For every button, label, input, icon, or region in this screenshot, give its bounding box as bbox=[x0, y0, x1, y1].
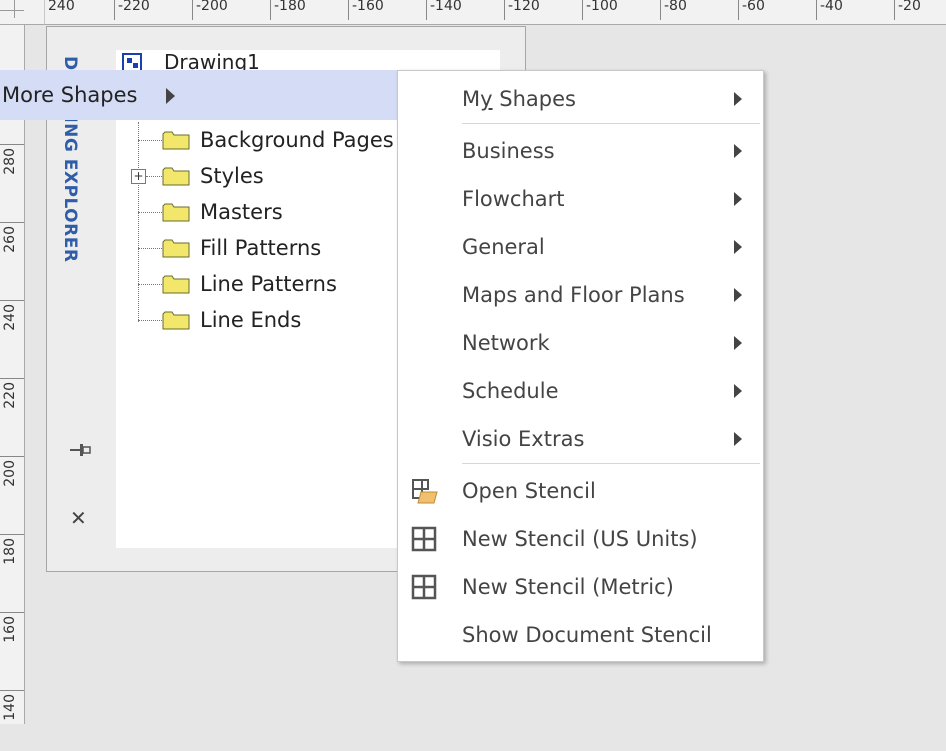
ruler-left-label: 220 bbox=[0, 378, 24, 439]
ruler-top-label: -140 bbox=[426, 0, 462, 20]
submenu-arrow-icon bbox=[734, 192, 742, 206]
tree-item-fill-patterns[interactable]: Fill Patterns bbox=[162, 232, 321, 264]
folder-icon bbox=[162, 203, 190, 222]
ruler-top-label: -120 bbox=[504, 0, 540, 20]
pin-icon[interactable] bbox=[68, 440, 92, 460]
ruler-corner bbox=[0, 0, 45, 25]
ruler-top-label: -180 bbox=[270, 0, 306, 20]
menu-item-label: My Shapes bbox=[462, 87, 576, 111]
menu-separator bbox=[462, 123, 760, 124]
submenu-arrow-icon bbox=[734, 240, 742, 254]
menu-item-new-stencil-metric[interactable]: New Stencil (Metric) bbox=[398, 563, 763, 609]
submenu-arrow-icon bbox=[734, 288, 742, 302]
tree-item-styles[interactable]: Styles bbox=[162, 160, 264, 192]
ruler-left-label: 280 bbox=[0, 144, 24, 205]
submenu-arrow-icon bbox=[734, 384, 742, 398]
menu-item-general[interactable]: General bbox=[398, 223, 763, 269]
folder-icon bbox=[162, 275, 190, 294]
menu-item-visio-extras[interactable]: Visio Extras bbox=[398, 415, 763, 461]
new-stencil-icon bbox=[411, 574, 437, 600]
ruler-top-label: -60 bbox=[738, 0, 765, 20]
ruler-top-label: -20 bbox=[894, 0, 921, 20]
ruler-left-label: 240 bbox=[0, 300, 24, 361]
folder-icon bbox=[162, 167, 190, 186]
more-shapes-menu-item[interactable]: More Shapes bbox=[0, 70, 398, 120]
folder-icon bbox=[162, 311, 190, 330]
more-shapes-submenu: My Shapes Business Flowchart General Map… bbox=[397, 70, 764, 662]
tree-item-masters[interactable]: Masters bbox=[162, 196, 283, 228]
menu-item-open-stencil[interactable]: Open Stencil bbox=[398, 467, 763, 513]
ruler-top-label: -200 bbox=[192, 0, 228, 20]
ruler-left-label: 260 bbox=[0, 222, 24, 283]
tree-item-line-ends[interactable]: Line Ends bbox=[162, 304, 301, 336]
folder-icon bbox=[162, 131, 190, 150]
horizontal-ruler[interactable]: 240 -220 -200 -180 -160 -140 -120 -100 -… bbox=[0, 0, 946, 25]
open-stencil-icon bbox=[412, 479, 438, 504]
menu-item-show-document-stencil[interactable]: Show Document Stencil bbox=[398, 611, 763, 657]
menu-item-network[interactable]: Network bbox=[398, 319, 763, 365]
ruler-top-label: 240 bbox=[44, 0, 75, 20]
ruler-top-label: -40 bbox=[816, 0, 843, 20]
menu-item-schedule[interactable]: Schedule bbox=[398, 367, 763, 413]
new-stencil-icon bbox=[411, 526, 437, 552]
menu-item-my-shapes[interactable]: My Shapes bbox=[398, 75, 763, 121]
ruler-top-label: -80 bbox=[660, 0, 687, 20]
ruler-left-label: 160 bbox=[0, 612, 24, 673]
menu-item-maps-floor-plans[interactable]: Maps and Floor Plans bbox=[398, 271, 763, 317]
menu-item-flowchart[interactable]: Flowchart bbox=[398, 175, 763, 221]
ruler-top-label: -220 bbox=[114, 0, 150, 20]
close-icon[interactable]: ✕ bbox=[70, 506, 87, 530]
menu-item-new-stencil-us[interactable]: New Stencil (US Units) bbox=[398, 515, 763, 561]
submenu-arrow-icon bbox=[734, 144, 742, 158]
ruler-left-label: 180 bbox=[0, 534, 24, 595]
tree-item-background-pages[interactable]: Background Pages bbox=[162, 124, 394, 156]
submenu-arrow-icon bbox=[166, 88, 175, 104]
menu-item-business[interactable]: Business bbox=[398, 127, 763, 173]
expand-styles-toggle[interactable]: + bbox=[131, 169, 146, 184]
ruler-left-label: 140 bbox=[0, 690, 24, 751]
submenu-arrow-icon bbox=[734, 432, 742, 446]
ruler-top-label: -100 bbox=[582, 0, 618, 20]
more-shapes-label: More Shapes bbox=[2, 83, 138, 107]
ruler-left-label: 200 bbox=[0, 456, 24, 517]
ruler-top-label: -160 bbox=[348, 0, 384, 20]
submenu-arrow-icon bbox=[734, 336, 742, 350]
submenu-arrow-icon bbox=[734, 92, 742, 106]
tree-item-line-patterns[interactable]: Line Patterns bbox=[162, 268, 337, 300]
folder-icon bbox=[162, 239, 190, 258]
menu-separator bbox=[462, 463, 760, 464]
